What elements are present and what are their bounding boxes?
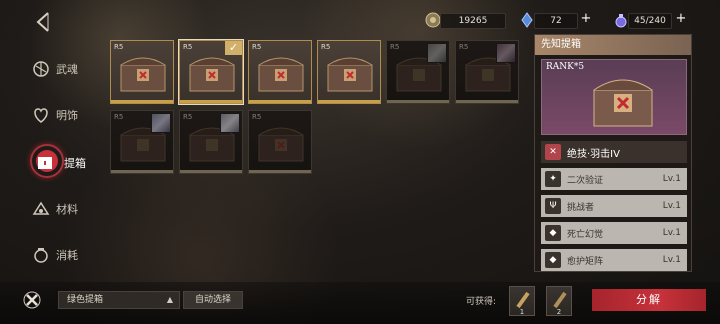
skill-row[interactable]: Ψ 挑战者 Lv.1 <box>541 195 687 217</box>
skill-row[interactable]: ◆ 死亡幻觉 Lv.1 <box>541 222 687 244</box>
add-stamina-button[interactable]: + <box>674 12 688 26</box>
skill-name: 死亡幻觉 <box>567 229 604 240</box>
nav-item-material[interactable]: 材料 <box>30 196 78 222</box>
chest-preview: RANK*5 <box>541 59 687 135</box>
main-skill-name: 绝技·羽击IV <box>567 148 620 160</box>
rarity-label: R5 <box>321 43 331 51</box>
skill-row[interactable]: ◆ 愈护矩阵 Lv.1 <box>541 249 687 271</box>
close-icon[interactable] <box>22 290 42 310</box>
detail-panel: 先知提箱 RANK*5 ✕ 绝技·羽击IV ✦ 二次验证 Lv.1 Ψ 挑战者 … <box>534 34 692 272</box>
chest-card-equipped[interactable]: R5 <box>386 40 450 104</box>
filter-value: 绿色提箱 <box>67 295 104 305</box>
shield-icon: ◆ <box>545 225 561 241</box>
rarity-label: R5 <box>183 43 193 51</box>
rarity-bar <box>180 100 242 103</box>
reward-quantity: 1 <box>519 308 525 316</box>
rarity-bar <box>318 100 380 103</box>
sword-cross-icon: ✕ <box>545 144 561 160</box>
soul-icon <box>33 61 49 77</box>
chest-card[interactable]: R5 <box>317 40 381 104</box>
main-skill-row[interactable]: ✕ 绝技·羽击IV <box>541 141 687 163</box>
verify-icon: ✦ <box>545 171 561 187</box>
rarity-bar <box>249 100 311 103</box>
skill-level: Lv.1 <box>662 201 681 211</box>
nav-item-consumable[interactable]: 消耗 <box>30 242 78 268</box>
rarity-label: R5 <box>114 43 124 51</box>
material-icon <box>32 201 50 215</box>
stamina-value: 45/240 <box>634 16 666 26</box>
equipped-overlay <box>111 111 173 173</box>
rank-label: RANK*5 <box>546 62 585 72</box>
skill-level: Lv.1 <box>662 228 681 238</box>
rarity-label: R5 <box>252 43 262 51</box>
obtainable-label: 可获得: <box>466 297 497 307</box>
skill-name: 愈护矩阵 <box>567 256 604 267</box>
shield-icon: ◆ <box>545 252 561 268</box>
chest-card[interactable]: R5 <box>248 40 312 104</box>
nav-label-ornament: 明饰 <box>56 109 78 122</box>
crystal-counter: 72 <box>534 13 578 29</box>
nav-label-material: 材料 <box>56 203 78 216</box>
panel-title: 先知提箱 <box>535 35 691 55</box>
skill-level: Lv.1 <box>662 255 681 265</box>
equipped-overlay <box>387 41 449 103</box>
chest-card[interactable]: R5 <box>110 40 174 104</box>
filter-dropdown[interactable]: 绿色提箱 ▲ <box>58 291 180 309</box>
chest-icon <box>38 157 52 169</box>
chest-card[interactable]: R5 <box>248 110 312 174</box>
coin-value: 19265 <box>458 16 488 26</box>
chest-card-selected[interactable]: R5 ✓ <box>178 39 244 105</box>
skill-level: Lv.1 <box>662 174 681 184</box>
chest-image <box>120 57 166 92</box>
auto-select-button[interactable]: 自动选择 <box>183 291 243 309</box>
skill-name: 挑战者 <box>567 202 595 213</box>
coin-counter: 19265 <box>440 13 506 29</box>
nav-label-consumable: 消耗 <box>56 249 78 262</box>
rarity-bar <box>456 100 518 103</box>
reward-item[interactable]: 2 <box>546 286 572 316</box>
heart-ornament-icon <box>34 108 48 123</box>
challenger-icon: Ψ <box>545 198 561 214</box>
rarity-bar <box>111 170 173 173</box>
skill-row[interactable]: ✦ 二次验证 Lv.1 <box>541 168 687 190</box>
back-button[interactable] <box>32 10 56 34</box>
skill-name: 二次验证 <box>567 175 604 186</box>
stamina-counter: 45/240 <box>628 13 672 29</box>
chest-image <box>189 57 235 92</box>
rarity-bar <box>249 170 311 173</box>
material-scroll-icon <box>553 291 567 309</box>
nav-item-chest[interactable]: 提箱 <box>30 144 86 178</box>
equipped-overlay <box>180 111 242 173</box>
crystal-value: 72 <box>550 16 562 26</box>
equipped-overlay <box>456 41 518 103</box>
chest-image <box>258 57 304 92</box>
nav-label-soul: 武魂 <box>56 63 78 76</box>
decompose-button[interactable]: 分解 <box>592 289 706 311</box>
rarity-bar <box>387 100 449 103</box>
chest-card-equipped[interactable]: R5 <box>110 110 174 174</box>
chest-image <box>327 57 373 92</box>
check-icon: ✓ <box>225 41 242 55</box>
rarity-bar <box>111 100 173 103</box>
reward-item[interactable]: 1 <box>509 286 535 316</box>
nav-label-chest: 提箱 <box>64 157 86 170</box>
rarity-bar <box>180 170 242 173</box>
chest-card-equipped[interactable]: R5 <box>179 110 243 174</box>
chevron-down-icon: ▲ <box>166 295 173 304</box>
reward-quantity: 2 <box>556 308 562 316</box>
chest-preview-image <box>593 79 653 127</box>
consumable-icon <box>34 248 48 263</box>
nav-item-soul[interactable]: 武魂 <box>30 56 78 82</box>
equipped-overlay <box>249 111 311 173</box>
chest-card-equipped[interactable]: R5 <box>455 40 519 104</box>
add-crystal-button[interactable]: + <box>579 12 593 26</box>
nav-item-ornament[interactable]: 明饰 <box>30 102 78 128</box>
material-scroll-icon <box>516 291 530 309</box>
